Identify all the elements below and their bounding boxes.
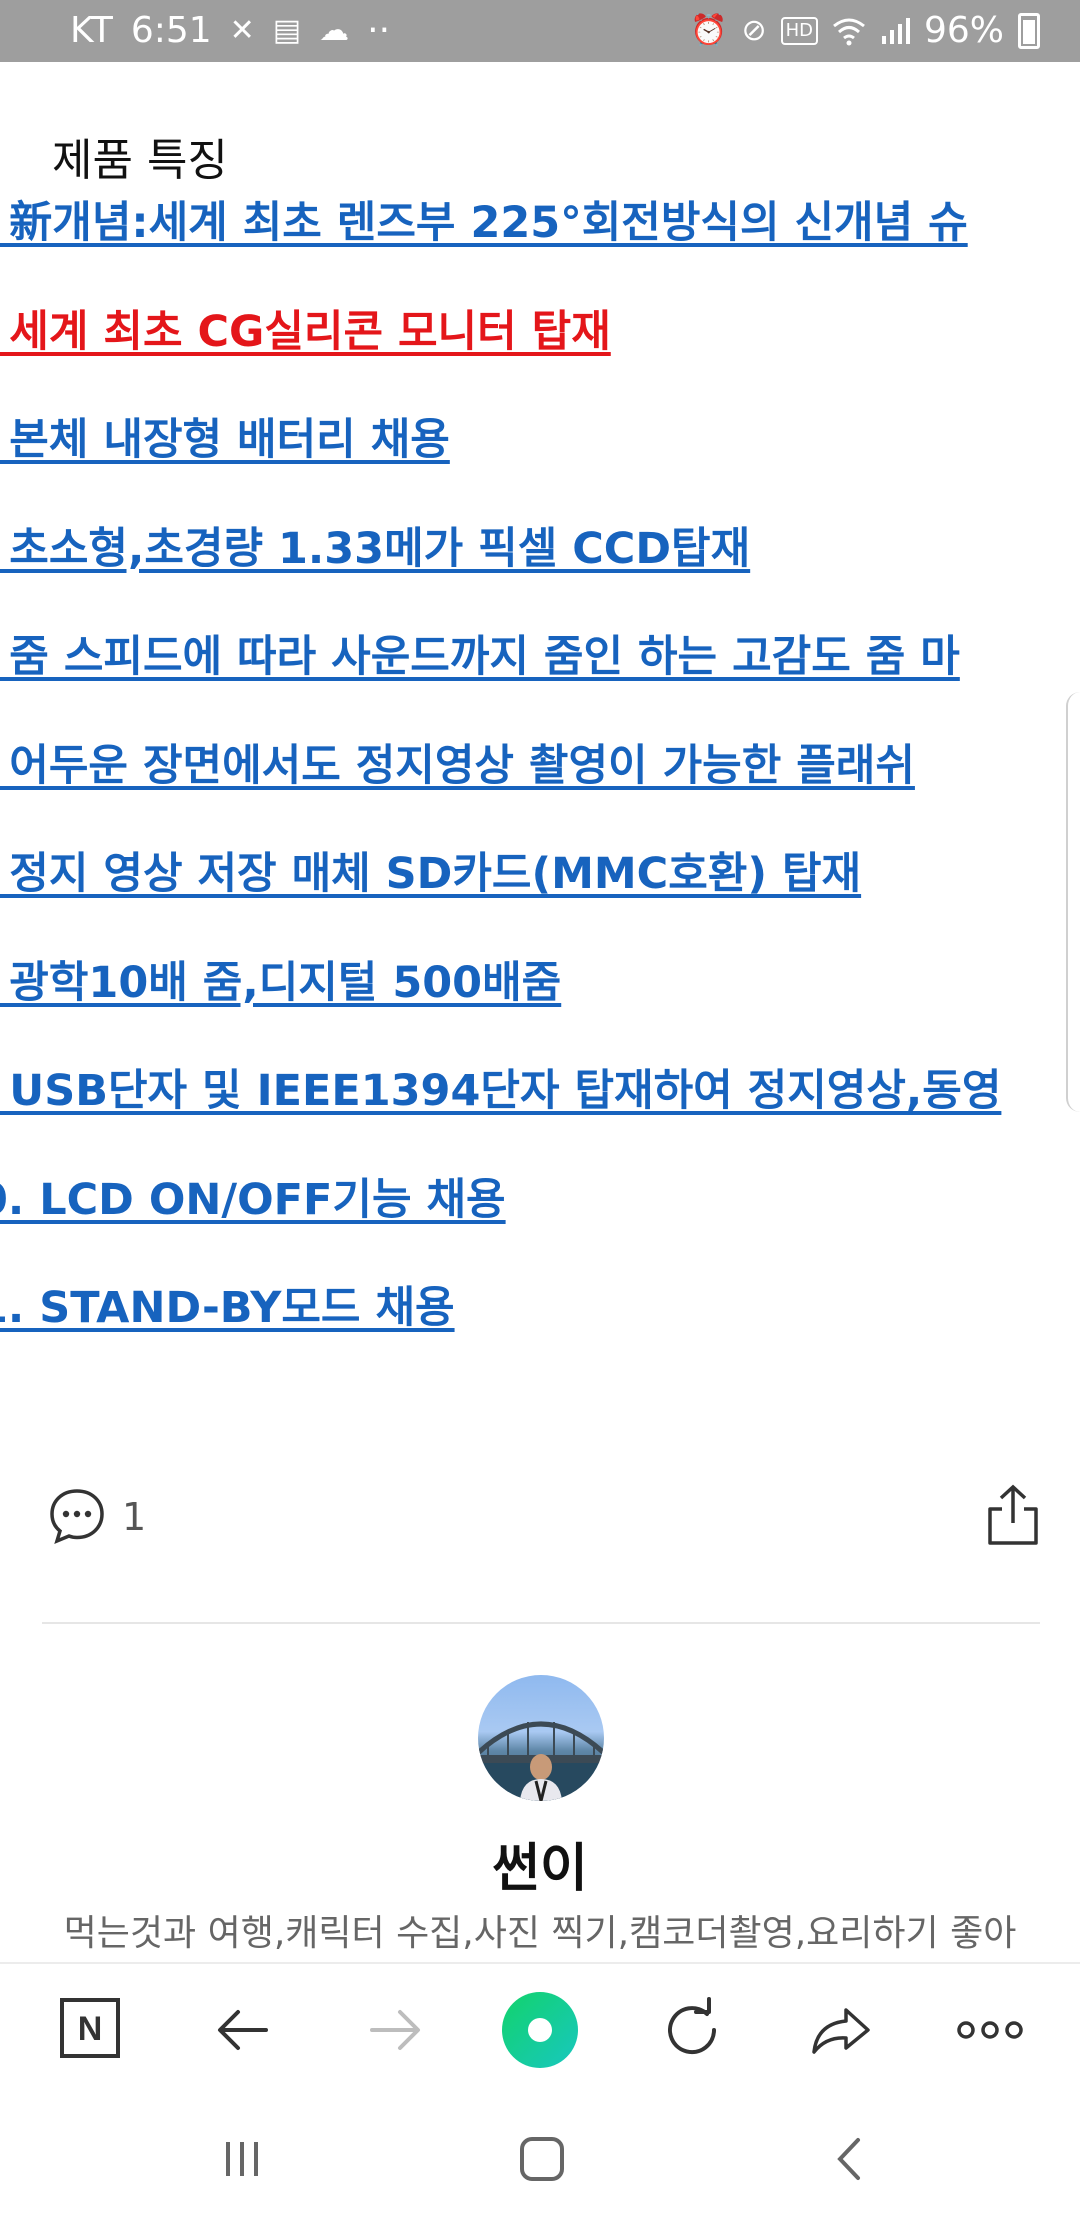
feature-link[interactable]: . 정지 영상 저장 매체 SD카드(MMC호환) 탑재 (0, 839, 861, 901)
feature-link[interactable]: . 세계 최초 CG실리콘 모니터 탑재 (0, 297, 611, 359)
chart-search-icon: ▤ (272, 12, 302, 48)
status-left: KT 6:51 ✕ ▤ ☁ ·· (70, 10, 390, 51)
feature-link[interactable]: 1. STAND-BY모드 채용 (0, 1273, 455, 1335)
recent-apps-icon[interactable] (212, 2134, 272, 2184)
feature-link[interactable]: . 新개념:세계 최초 렌즈부 225°회전방식의 신개념 슈 (0, 188, 968, 250)
battery-icon (1018, 12, 1040, 49)
status-right: ⏰ ⊘ HD 96% (690, 10, 1040, 51)
comment-count[interactable]: 1 (122, 1495, 146, 1539)
avatar-photo (478, 1721, 604, 1801)
feature-link[interactable]: . 광학10배 줌,디지털 500배줌 (0, 948, 561, 1010)
feature-link[interactable]: 0. LCD ON/OFF기능 채용 (0, 1165, 506, 1227)
feature-link[interactable]: . 초소형,초경량 1.33메가 픽셀 CCD탑재 (0, 514, 750, 576)
author-name: 썬이 (492, 1839, 588, 1899)
author-avatar[interactable] (478, 1675, 604, 1801)
feature-link[interactable]: . 본체 내장형 배터리 채용 (0, 405, 450, 467)
browser-toolbar: N (0, 1962, 1080, 2098)
forward-arrow-icon[interactable] (354, 1990, 434, 2070)
signal-icon (881, 17, 910, 44)
carrier-label: KT (70, 10, 113, 51)
wifi-icon (833, 18, 865, 45)
clock: 6:51 (130, 10, 212, 51)
refresh-icon[interactable] (652, 1990, 732, 2070)
hd-voice-icon: HD (780, 16, 818, 45)
pill-icon: ✕ (229, 12, 255, 48)
back-arrow-icon[interactable] (204, 1990, 284, 2070)
section-title: 제품 특징 (52, 135, 228, 186)
more-icon[interactable] (950, 1990, 1030, 2070)
cloud-icon: ☁ (319, 12, 350, 48)
feature-link[interactable]: . USB단자 및 IEEE1394단자 탑재하여 정지영상,동영 (0, 1056, 1001, 1118)
share-icon[interactable] (984, 1483, 1042, 1547)
status-bar: KT 6:51 ✕ ▤ ☁ ·· ⏰ ⊘ HD 96% (0, 0, 1080, 62)
vibrate-mute-icon: ⊘ (741, 12, 767, 48)
action-row: 1 (0, 1457, 1080, 1557)
battery-percent: 96% (923, 10, 1004, 51)
feature-link[interactable]: . 어두운 장면에서도 정지영상 촬영이 가능한 플래쉬 (0, 731, 915, 793)
naver-home-icon[interactable]: N (54, 1990, 134, 2070)
back-nav-icon[interactable] (820, 2134, 880, 2184)
home-icon[interactable] (512, 2134, 572, 2184)
system-nav-bar (0, 2096, 1080, 2220)
comment-icon[interactable] (48, 1487, 106, 1545)
feature-link[interactable]: . 줌 스피드에 따라 사운드까지 줌인 하는 고감도 줌 마 (0, 622, 960, 684)
more-notifications: ·· (367, 10, 391, 51)
share-arrow-icon[interactable] (802, 1990, 882, 2070)
author-bio: 먹는것과 여행,캐릭터 수집,사진 찍기,캠코더촬영,요리하기 좋아하는 Ear… (63, 1913, 1017, 1954)
alarm-icon: ⏰ (690, 12, 728, 48)
green-dot-icon[interactable] (500, 1990, 580, 2070)
divider (42, 1622, 1040, 1624)
svg-text:N: N (78, 2010, 103, 2048)
edge-panel-handle[interactable] (1066, 692, 1080, 1112)
